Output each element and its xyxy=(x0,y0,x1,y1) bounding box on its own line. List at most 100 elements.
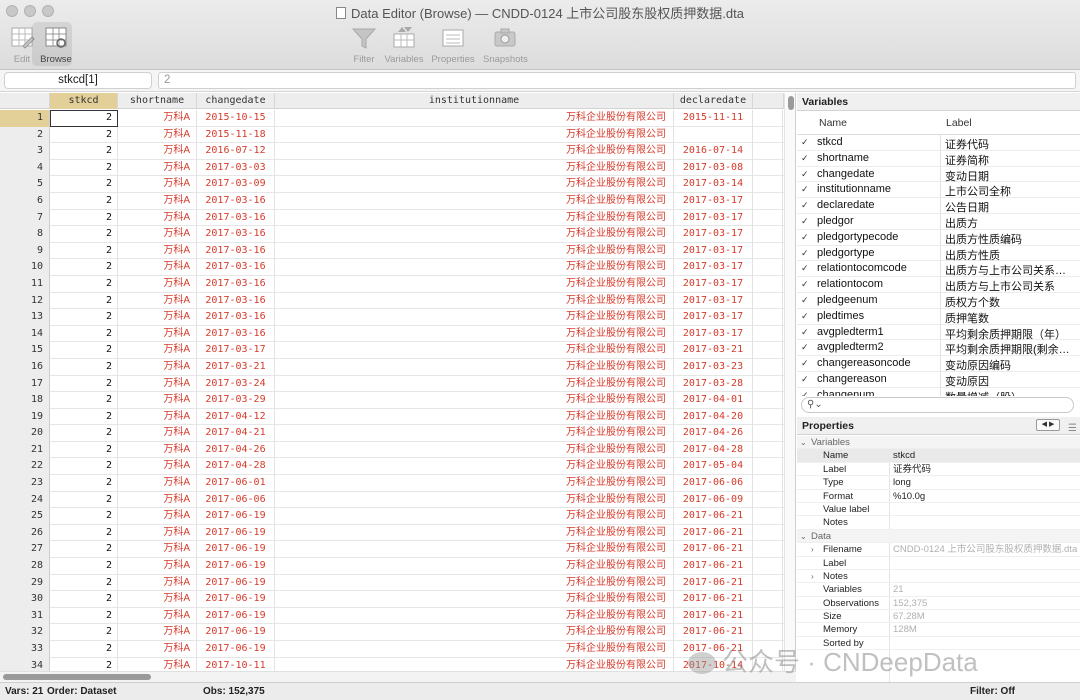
checkmark-icon[interactable]: ✓ xyxy=(801,311,810,321)
checkmark-icon[interactable]: ✓ xyxy=(801,295,810,305)
cell-institutionname[interactable]: 万科企业股份有限公司 xyxy=(275,209,674,227)
cell-stkcd[interactable]: 2 xyxy=(50,159,118,177)
checkmark-icon[interactable]: ✓ xyxy=(801,169,810,179)
cell-stkcd[interactable]: 2 xyxy=(50,541,118,559)
cell-institutionname[interactable]: 万科企业股份有限公司 xyxy=(275,541,674,559)
cell-next-column[interactable] xyxy=(753,176,783,193)
cell-next-column[interactable] xyxy=(753,624,783,641)
cell-next-column[interactable] xyxy=(753,441,783,459)
property-row[interactable]: Notes xyxy=(797,516,1080,530)
cell-stkcd[interactable]: 2 xyxy=(50,591,118,608)
cell-declaredate[interactable]: 2017-03-17 xyxy=(674,309,753,326)
table-row[interactable]: 3 2 万科A 2016-07-12 万科企业股份有限公司 2016-07-14 xyxy=(0,143,795,160)
cell-declaredate[interactable]: 2017-03-14 xyxy=(674,176,753,193)
cell-next-column[interactable] xyxy=(753,475,783,492)
cell-stkcd[interactable]: 2 xyxy=(50,259,118,276)
column-header-next[interactable] xyxy=(753,93,784,109)
cell-changedate[interactable]: 2017-03-16 xyxy=(197,325,275,343)
cell-shortname[interactable]: 万科A xyxy=(118,358,197,376)
horizontal-scrollbar[interactable] xyxy=(0,671,796,682)
property-row[interactable]: › Filename CNDD-0124 上市公司股东股权质押数据.dta xyxy=(797,543,1080,557)
cell-changedate[interactable]: 2017-04-26 xyxy=(197,441,275,459)
cell-institutionname[interactable]: 万科企业股份有限公司 xyxy=(275,309,674,326)
cell-changedate[interactable]: 2017-06-06 xyxy=(197,491,275,509)
checkmark-icon[interactable]: ✓ xyxy=(801,185,810,194)
cell-shortname[interactable]: 万科A xyxy=(118,458,197,476)
cell-declaredate[interactable]: 2017-06-21 xyxy=(674,541,753,559)
cell-next-column[interactable] xyxy=(753,558,783,575)
cell-next-column[interactable] xyxy=(753,574,783,592)
cell-next-column[interactable] xyxy=(753,192,783,210)
table-row[interactable]: 9 2 万科A 2017-03-16 万科企业股份有限公司 2017-03-17 xyxy=(0,242,795,260)
cell-declaredate[interactable]: 2017-05-04 xyxy=(674,458,753,476)
cell-changedate[interactable]: 2017-03-16 xyxy=(197,309,275,326)
cell-stkcd[interactable]: 2 xyxy=(50,143,118,160)
data-grid[interactable]: stkcd shortname changedate institutionna… xyxy=(0,93,796,671)
variables-name-header[interactable]: Name xyxy=(819,117,847,129)
cell-next-column[interactable] xyxy=(753,309,783,326)
variable-list-item[interactable]: ✓ changereasoncode 变动原因编码 xyxy=(797,356,1080,372)
cell-declaredate[interactable]: 2017-03-17 xyxy=(674,192,753,210)
cell-declaredate[interactable]: 2016-07-14 xyxy=(674,143,753,160)
table-row[interactable]: 22 2 万科A 2017-04-28 万科企业股份有限公司 2017-05-04 xyxy=(0,458,795,476)
cell-shortname[interactable]: 万科A xyxy=(118,508,197,525)
cell-next-column[interactable] xyxy=(753,159,783,177)
cell-shortname[interactable]: 万科A xyxy=(118,143,197,160)
horizontal-scroll-thumb[interactable] xyxy=(3,674,151,680)
cell-stkcd[interactable]: 2 xyxy=(50,176,118,193)
property-row[interactable]: Format %10.0g xyxy=(797,490,1080,503)
cell-next-column[interactable] xyxy=(753,591,783,608)
variable-list-item[interactable]: ✓ changenum 数量增减（股） xyxy=(797,388,1080,396)
cell-stkcd[interactable]: 2 xyxy=(50,242,118,260)
cell-declaredate[interactable]: 2017-03-17 xyxy=(674,242,753,260)
property-row[interactable]: Size 67.28M xyxy=(797,610,1080,624)
cell-stkcd[interactable]: 2 xyxy=(50,425,118,442)
cell-value-field[interactable]: 2 xyxy=(158,72,1076,89)
cell-changedate[interactable]: 2017-04-12 xyxy=(197,408,275,426)
cell-stkcd[interactable]: 2 xyxy=(50,325,118,343)
cell-next-column[interactable] xyxy=(753,292,783,310)
cell-institutionname[interactable]: 万科企业股份有限公司 xyxy=(275,342,674,359)
vertical-scrollbar[interactable] xyxy=(784,93,795,671)
cell-stkcd[interactable]: 2 xyxy=(50,657,118,671)
cell-stkcd[interactable]: 2 xyxy=(50,226,118,243)
browse-button[interactable]: Browse xyxy=(32,22,78,66)
cell-shortname[interactable]: 万科A xyxy=(118,541,197,559)
checkmark-icon[interactable]: ✓ xyxy=(801,280,810,289)
cell-institutionname[interactable]: 万科企业股份有限公司 xyxy=(275,226,674,243)
cell-next-column[interactable] xyxy=(753,126,783,144)
properties-nav-arrows[interactable]: ◀ ▶ xyxy=(1036,419,1060,431)
checkmark-icon[interactable]: ✓ xyxy=(801,153,810,163)
cell-next-column[interactable] xyxy=(753,342,783,359)
cell-shortname[interactable]: 万科A xyxy=(118,242,197,260)
cell-declaredate[interactable]: 2017-03-28 xyxy=(674,375,753,393)
cell-shortname[interactable]: 万科A xyxy=(118,375,197,393)
table-row[interactable]: 18 2 万科A 2017-03-29 万科企业股份有限公司 2017-04-01 xyxy=(0,392,795,409)
cell-changedate[interactable]: 2017-03-16 xyxy=(197,242,275,260)
cell-declaredate[interactable]: 2017-06-06 xyxy=(674,475,753,492)
cell-stkcd[interactable]: 2 xyxy=(50,558,118,575)
variable-list-item[interactable]: ✓ pledgeenum 质权方个数 xyxy=(797,293,1080,309)
checkmark-icon[interactable]: ✓ xyxy=(801,327,810,337)
cell-institutionname[interactable]: 万科企业股份有限公司 xyxy=(275,524,674,542)
cell-institutionname[interactable]: 万科企业股份有限公司 xyxy=(275,292,674,310)
cell-institutionname[interactable]: 万科企业股份有限公司 xyxy=(275,143,674,160)
cell-stkcd[interactable]: 2 xyxy=(50,607,118,625)
cell-stkcd[interactable]: 2 xyxy=(50,574,118,592)
cell-shortname[interactable]: 万科A xyxy=(118,192,197,210)
checkmark-icon[interactable]: ✓ xyxy=(801,343,810,352)
cell-stkcd[interactable]: 2 xyxy=(50,524,118,542)
cell-declaredate[interactable]: 2017-06-21 xyxy=(674,591,753,608)
table-row[interactable]: 15 2 万科A 2017-03-17 万科企业股份有限公司 2017-03-21 xyxy=(0,342,795,359)
property-row[interactable]: Memory 128M xyxy=(797,623,1080,637)
property-row[interactable]: Label xyxy=(797,557,1080,570)
table-row[interactable]: 21 2 万科A 2017-04-26 万科企业股份有限公司 2017-04-28 xyxy=(0,441,795,459)
cell-next-column[interactable] xyxy=(753,524,783,542)
cell-declaredate[interactable]: 2017-03-17 xyxy=(674,226,753,243)
cell-changedate[interactable]: 2017-06-19 xyxy=(197,508,275,525)
cell-declaredate[interactable]: 2017-04-26 xyxy=(674,425,753,442)
cell-stkcd[interactable]: 2 xyxy=(50,209,118,227)
disclosure-down-icon[interactable]: ⌄ xyxy=(800,436,807,449)
table-row[interactable]: 17 2 万科A 2017-03-24 万科企业股份有限公司 2017-03-28 xyxy=(0,375,795,393)
checkmark-icon[interactable]: ✓ xyxy=(801,138,810,147)
